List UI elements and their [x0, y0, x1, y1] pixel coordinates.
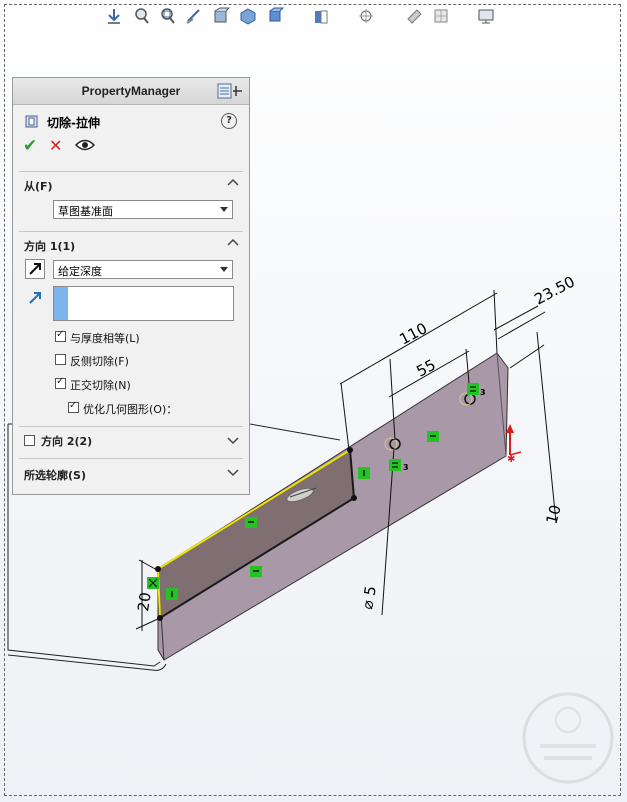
flip-side-label: 反侧切除(F): [70, 355, 129, 368]
selected-contours-section: 所选轮廓(S): [19, 458, 243, 489]
end-condition-value: 给定深度: [58, 265, 102, 278]
watermark-logo: [522, 692, 614, 784]
dimension-20[interactable]: 20: [134, 591, 154, 612]
from-select-value: 草图基准面: [58, 205, 113, 218]
relation-count: 3: [480, 388, 486, 397]
reverse-direction-icon[interactable]: [25, 259, 45, 279]
optimize-geometry-label: 优化几何图形(O)：: [83, 403, 178, 416]
triad-icon: ✱: [506, 424, 522, 465]
ok-button[interactable]: ✔: [23, 136, 37, 156]
direction2-title[interactable]: 方向 2(2): [41, 433, 92, 449]
direction1-title[interactable]: 方向 1(1): [24, 238, 75, 254]
from-select[interactable]: 草图基准面: [53, 200, 233, 219]
base-bend-edge: [7, 654, 167, 671]
cancel-button[interactable]: ✕: [49, 136, 62, 155]
link-thickness-label: 与厚度相等(L): [70, 332, 140, 345]
chevron-down-icon[interactable]: [227, 435, 239, 445]
end-condition-select[interactable]: 给定深度: [53, 260, 233, 279]
sketch-point[interactable]: [347, 447, 353, 453]
sketch-point[interactable]: [351, 495, 357, 501]
optimize-geometry-checkbox[interactable]: [68, 400, 79, 413]
direction1-section: 方向 1(1) 给定深度 与厚度相等(L) 反侧切除(F) 正交切除(N) 优化…: [19, 231, 243, 426]
feature-title-row: 切除-拉伸 ?: [13, 105, 249, 133]
from-section-title[interactable]: 从(F): [24, 178, 53, 194]
dimension-10[interactable]: 10: [542, 503, 564, 526]
from-section: 从(F) 草图基准面: [19, 171, 243, 230]
feature-name: 切除-拉伸: [47, 116, 100, 130]
direction-arrow-icon: [29, 292, 41, 304]
dropdown-arrow-icon: [220, 267, 228, 272]
pin-icon[interactable]: [217, 83, 243, 99]
svg-text:✱: ✱: [507, 454, 515, 465]
depth-selection-box[interactable]: [53, 286, 234, 321]
dimension-110[interactable]: 110: [396, 319, 430, 348]
chevron-up-icon[interactable]: [227, 237, 239, 247]
normal-cut-label: 正交切除(N): [70, 379, 131, 392]
dimension-diameter-5[interactable]: ⌀ 5: [358, 585, 380, 611]
property-manager-title: PropertyManager: [81, 84, 181, 98]
dropdown-arrow-icon: [220, 207, 228, 212]
action-row: ✔ ✕: [13, 133, 249, 161]
dimension-23-50[interactable]: 23.50: [531, 272, 577, 308]
flip-side-checkbox[interactable]: [55, 354, 66, 365]
help-icon[interactable]: ?: [221, 113, 237, 129]
property-manager: PropertyManager 切除-拉伸 ? ✔ ✕ 从(F) 草图基准面 方…: [12, 77, 250, 495]
preview-eye-icon[interactable]: [75, 138, 95, 152]
cut-extrude-icon: [25, 115, 38, 128]
selection-focus-bar: [54, 287, 68, 320]
direction2-checkbox[interactable]: [24, 435, 35, 446]
chevron-down-icon[interactable]: [227, 467, 239, 477]
chevron-up-icon[interactable]: [227, 177, 239, 187]
property-manager-header: PropertyManager: [13, 78, 249, 105]
direction2-section: 方向 2(2): [19, 426, 243, 457]
normal-cut-checkbox[interactable]: [55, 376, 66, 389]
selected-contours-title[interactable]: 所选轮廓(S): [24, 467, 86, 483]
dimension-55[interactable]: 55: [413, 356, 438, 381]
relation-count: 3: [403, 463, 409, 472]
link-thickness-checkbox[interactable]: [55, 329, 66, 342]
